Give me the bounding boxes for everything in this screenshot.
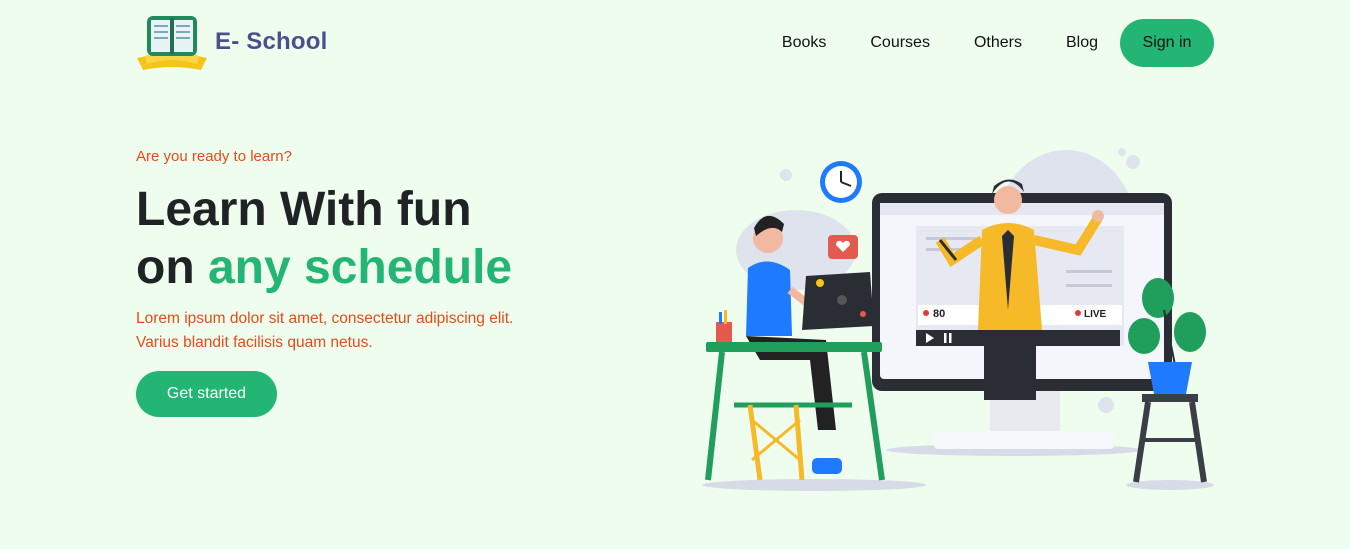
headline-line-1: Learn With fun xyxy=(136,183,472,236)
heart-icon xyxy=(828,235,858,259)
clock-icon xyxy=(820,161,862,203)
headline-line-2-prefix: on xyxy=(136,241,208,294)
book-icon xyxy=(135,10,209,74)
laptop xyxy=(802,272,874,330)
nav-link-others[interactable]: Others xyxy=(974,34,1022,52)
hero-kicker: Are you ready to learn? xyxy=(136,148,292,165)
nav-link-blog[interactable]: Blog xyxy=(1066,34,1098,52)
viewer-count: 80 xyxy=(933,308,945,320)
hero-section: Are you ready to learn? Learn With fun o… xyxy=(136,148,656,417)
nav-link-books[interactable]: Books xyxy=(782,34,826,52)
get-started-button[interactable]: Get started xyxy=(136,371,277,417)
signin-button[interactable]: Sign in xyxy=(1120,19,1214,67)
hero-illustration: 80 LIVE xyxy=(686,140,1226,500)
live-badge: LIVE xyxy=(1084,309,1107,320)
brand-logo[interactable]: E- School xyxy=(135,10,355,74)
desk xyxy=(705,310,885,481)
main-menu: Books Courses Others Blog Sign in xyxy=(782,18,1214,68)
headline-accent: any schedule xyxy=(207,241,513,294)
hero-headline: Learn With fun on any schedule xyxy=(136,181,656,297)
hero-description: Lorem ipsum dolor sit amet, consectetur … xyxy=(136,310,514,351)
top-navbar: E- School Books Courses Others Blog Sign… xyxy=(0,0,1350,86)
brand-name: E- School xyxy=(215,28,328,55)
nav-link-courses[interactable]: Courses xyxy=(870,34,930,52)
